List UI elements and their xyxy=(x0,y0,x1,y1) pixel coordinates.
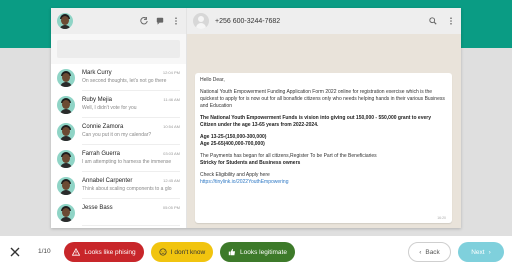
message-timestamp: 16:20 xyxy=(437,216,446,220)
contact-avatar xyxy=(57,176,75,195)
new-chat-icon[interactable] xyxy=(156,17,164,25)
chat-time: 11:46 AM xyxy=(163,97,180,102)
back-label: Back xyxy=(425,248,440,256)
chat-name: Jesse Bass xyxy=(82,205,113,211)
chat-name: Connie Zamora xyxy=(82,124,124,130)
chat-preview: Think about scaling components to a glo xyxy=(82,186,172,192)
conversation-header: +256 600-3244-7682 xyxy=(187,8,461,34)
dont-know-label: I don't know xyxy=(170,248,206,256)
chat-item[interactable]: Mark Curry 12:04 PM On second thoughts, … xyxy=(51,64,186,91)
quiz-footer: 1/10 Looks like phising I don't know Loo… xyxy=(0,236,512,268)
sender-phone: +256 600-3244-7682 xyxy=(215,17,281,25)
looks-phishing-button[interactable]: Looks like phising xyxy=(64,242,144,262)
chat-preview: Well, I didn't vote for you xyxy=(82,105,137,111)
chat-item[interactable]: Connie Zamora 10:54 AM Can you put it on… xyxy=(51,118,186,145)
sidebar-header xyxy=(51,8,186,34)
contact-avatar xyxy=(57,203,75,222)
message-paragraph: The Payments has began for all citizens,… xyxy=(200,153,377,159)
chat-item[interactable]: Ruby Mejia 11:46 AM Well, I didn't vote … xyxy=(51,91,186,118)
back-button[interactable]: ‹ Back xyxy=(408,242,451,262)
message-bubble: Hello Dear, National Youth Empowerment F… xyxy=(195,73,452,223)
search-icon[interactable] xyxy=(429,17,437,25)
neutral-face-icon xyxy=(159,248,167,256)
message-paragraph: Check Eligibility and Apply here xyxy=(200,172,270,178)
chat-sidebar: Mark Curry 12:04 PM On second thoughts, … xyxy=(51,8,187,228)
chat-name: Ruby Mejia xyxy=(82,97,113,103)
chat-time: 05:05 PM xyxy=(162,205,180,210)
contact-avatar xyxy=(57,68,75,87)
warning-icon xyxy=(72,248,81,256)
search-bar xyxy=(51,34,186,64)
message-paragraph-bold: Stricky for Students and Business owners xyxy=(200,160,301,166)
chat-time: 03:03 AM xyxy=(163,151,180,156)
chevron-left-icon: ‹ xyxy=(419,248,422,256)
question-counter: 1/10 xyxy=(38,248,51,255)
chevron-right-icon: › xyxy=(488,248,491,256)
message-greeting: Hello Dear, xyxy=(200,77,225,83)
chat-item[interactable]: Annabel Carpenter 12:45 AM Think about s… xyxy=(51,172,186,199)
contact-avatar xyxy=(57,149,75,168)
search-input[interactable] xyxy=(57,40,180,58)
refresh-icon[interactable] xyxy=(140,17,148,25)
sender-avatar[interactable] xyxy=(193,13,209,29)
chat-preview: On second thoughts, let's not go there xyxy=(82,78,167,84)
age-range-2: Age 25-65(400,000-700,000) xyxy=(200,141,265,147)
chat-item[interactable]: Farrah Guerra 03:03 AM I am attempting t… xyxy=(51,145,186,172)
contact-avatar xyxy=(57,122,75,141)
chat-name: Farrah Guerra xyxy=(82,151,121,157)
chat-time: 12:45 AM xyxy=(163,178,180,183)
chat-time: 12:04 PM xyxy=(162,70,180,75)
chat-preview: Can you put it on my calendar? xyxy=(82,132,152,138)
next-label: Next xyxy=(471,248,485,256)
menu-dots-icon[interactable] xyxy=(172,17,180,25)
menu-dots-icon[interactable] xyxy=(447,17,455,25)
thumbs-up-icon xyxy=(228,248,236,256)
conversation-panel: +256 600-3244-7682 Hello Dear, National … xyxy=(187,8,461,228)
age-range-1: Age 13-25-(150,000-300,000) xyxy=(200,134,267,140)
chat-preview: I am attempting to harness the immense xyxy=(82,159,172,165)
message-paragraph: National Youth Empowerment Funding Appli… xyxy=(200,89,445,109)
user-avatar[interactable] xyxy=(57,13,73,29)
chat-item[interactable]: Jesse Bass 05:05 PM xyxy=(51,199,186,226)
chat-time: 10:54 AM xyxy=(163,124,180,129)
messenger-window: Mark Curry 12:04 PM On second thoughts, … xyxy=(51,8,461,228)
looks-legitimate-label: Looks legitimate xyxy=(240,248,287,256)
contact-avatar xyxy=(57,95,75,114)
chat-name: Mark Curry xyxy=(82,70,112,76)
looks-legitimate-button[interactable]: Looks legitimate xyxy=(220,242,295,262)
chat-name: Annabel Carpenter xyxy=(82,178,133,184)
message-paragraph-bold: The National Youth Empowerment Funds is … xyxy=(200,115,431,128)
dont-know-button[interactable]: I don't know xyxy=(151,242,213,262)
message-link[interactable]: https://tinylink.io/2022YouthEmpowering xyxy=(200,179,447,186)
looks-phishing-label: Looks like phising xyxy=(84,248,136,256)
close-icon[interactable] xyxy=(10,247,20,257)
next-button[interactable]: Next › xyxy=(458,242,504,262)
